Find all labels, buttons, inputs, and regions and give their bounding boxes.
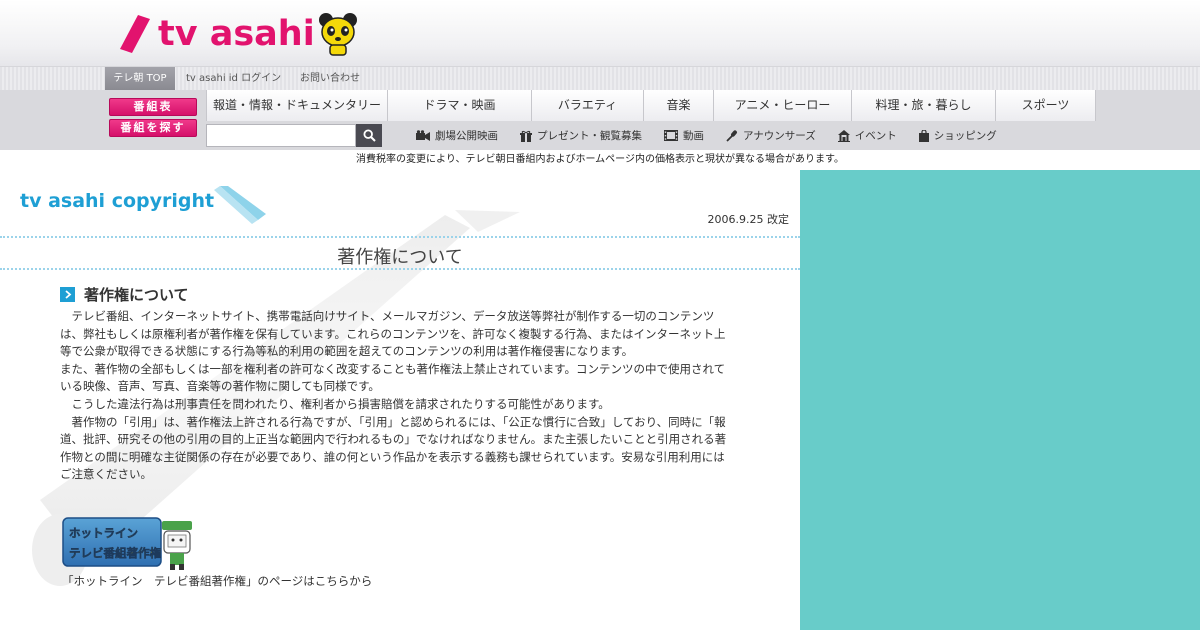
copyright-body: テレビ番組、インターネットサイト、携帯電話向けサイト、メールマガジン、データ放送…	[60, 308, 736, 484]
divider-bottom	[0, 268, 800, 270]
paragraph: テレビ番組、インターネットサイト、携帯電話向けサイト、メールマガジン、データ放送…	[60, 309, 726, 359]
events-link[interactable]: イベント	[837, 128, 897, 143]
camera-icon	[416, 130, 430, 141]
tv-schedule-button[interactable]: 番組表	[109, 98, 197, 116]
revision-date: 2006.9.25 改定	[707, 213, 789, 226]
tv-asahi-logo[interactable]: tv asahi	[116, 12, 358, 56]
paragraph: 著作物の「引用」は、著作権法上許される行為ですが、「引用」と認められるには、「公…	[60, 414, 727, 482]
site-header: tv asahi	[0, 0, 1200, 66]
nav-sports[interactable]: スポーツ	[996, 90, 1096, 121]
tv-asahi-id-login-link[interactable]: tv asahi id ログイン	[186, 67, 281, 90]
program-buttons: 番組表 番組を探す	[109, 98, 197, 140]
page-heading: 著作権について	[337, 247, 463, 268]
chevron-right-icon	[60, 287, 75, 302]
utility-bar: テレ朝 TOP tv asahi id ログイン お問い合わせ	[0, 66, 1200, 90]
global-navigation: 番組表 番組を探す 報道・情報・ドキュメンタリー ドラマ・映画 バラエティ 音楽…	[0, 90, 1200, 150]
paragraph: こうした違法行為は刑事責任を問われたり、権利者から損害賠償を請求されたりする可能…	[71, 396, 610, 411]
present-audience-link[interactable]: プレゼント・観覧募集	[520, 128, 642, 143]
nav-cooking-travel[interactable]: 料理・旅・暮らし	[852, 90, 996, 121]
logo-slash-icon	[120, 15, 150, 53]
nav-anime-hero[interactable]: アニメ・ヒーロー	[714, 90, 852, 121]
search-icon	[362, 129, 376, 142]
logo-text: tv asahi	[158, 14, 315, 54]
theatrical-movies-link[interactable]: 劇場公開映画	[416, 128, 498, 143]
nav-music[interactable]: 音楽	[644, 90, 714, 121]
shopping-label: ショッピング	[933, 130, 997, 142]
divider-top	[0, 236, 800, 238]
nav-drama-movie[interactable]: ドラマ・映画	[388, 90, 532, 121]
theatrical-movies-label: 劇場公開映画	[435, 130, 498, 142]
film-icon	[664, 130, 678, 141]
panda-mascot-icon	[318, 13, 357, 56]
search-input[interactable]	[206, 124, 356, 147]
shopping-bag-icon	[918, 129, 929, 142]
video-link[interactable]: 動画	[664, 128, 704, 143]
tv-asahi-top-link[interactable]: テレ朝 TOP	[105, 67, 175, 90]
hotline-banner-line-1: ホットライン	[69, 526, 138, 540]
events-label: イベント	[854, 130, 897, 142]
sub-heading: 著作権について	[60, 284, 189, 305]
event-icon	[837, 129, 850, 142]
paragraph: また、著作物の全部もしくは一部を権利者の許可なく改変することも著作権法上禁止され…	[60, 361, 726, 394]
sub-category-links: 劇場公開映画 プレゼント・観覧募集 動画 アナウンサーズ イベント ショッピング	[416, 124, 1019, 147]
microphone-icon	[726, 129, 737, 142]
nav-news-documentary[interactable]: 報道・情報・ドキュメンタリー	[206, 90, 388, 121]
search-button[interactable]	[356, 124, 382, 147]
gift-icon	[520, 130, 532, 142]
announcers-link[interactable]: アナウンサーズ	[726, 128, 816, 143]
sidebar-panel	[800, 170, 1200, 630]
sub-heading-text: 著作権について	[84, 286, 189, 304]
stripe-decoration-icon	[214, 186, 266, 224]
main-content: tv asahi copyright 2006.9.25 改定 著作権について …	[0, 170, 800, 630]
tax-notice: 消費税率の変更により、テレビ朝日番組内およびホームページ内の価格表示と現状が異な…	[356, 154, 844, 165]
hotline-banner[interactable]: ホットライン テレビ番組著作権	[62, 515, 198, 571]
contact-link[interactable]: お問い合わせ	[300, 67, 360, 90]
hotline-banner-line-2: テレビ番組著作権	[69, 546, 161, 560]
section-title: tv asahi copyright	[20, 190, 215, 212]
shopping-link[interactable]: ショッピング	[918, 128, 997, 143]
video-label: 動画	[683, 130, 704, 142]
nav-variety[interactable]: バラエティ	[532, 90, 644, 121]
announcers-label: アナウンサーズ	[743, 130, 816, 142]
mascot-character-icon	[162, 521, 192, 570]
hotline-link[interactable]: 「ホットライン テレビ番組著作権」のページはこちらから	[62, 573, 372, 589]
find-program-button[interactable]: 番組を探す	[109, 119, 197, 137]
category-tabs: 報道・情報・ドキュメンタリー ドラマ・映画 バラエティ 音楽 アニメ・ヒーロー …	[206, 90, 1096, 121]
present-audience-label: プレゼント・観覧募集	[537, 130, 642, 142]
